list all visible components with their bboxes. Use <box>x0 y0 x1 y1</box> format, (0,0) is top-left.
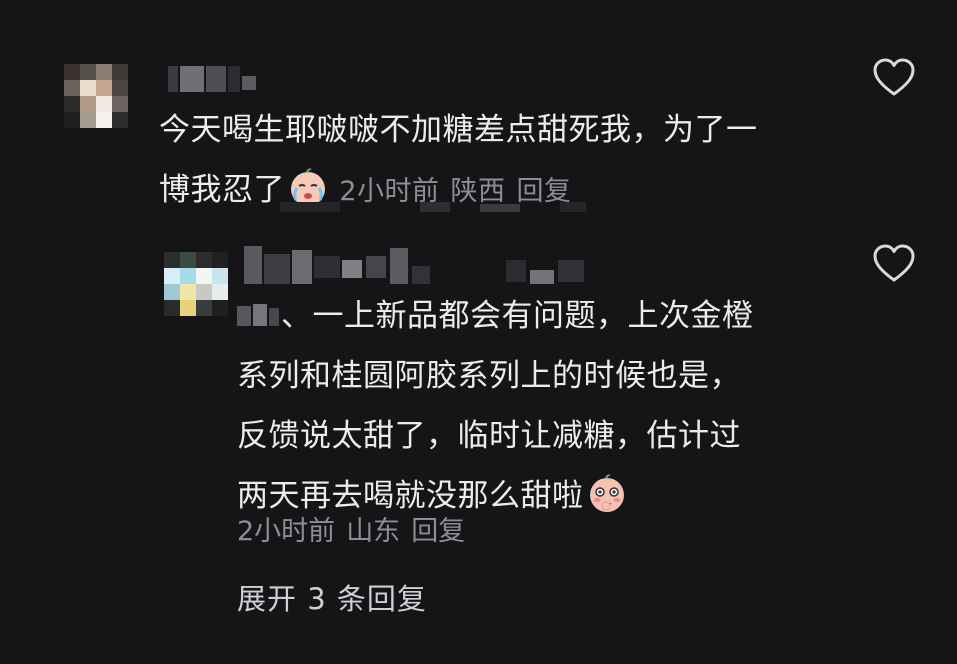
comment-text-line: 反馈说太甜了，临时让减糖，估计过 <box>237 418 741 454</box>
redacted-mosaic <box>280 202 620 214</box>
comment-text-line: 博我忍了 <box>159 172 285 208</box>
location: 山东 <box>346 516 401 547</box>
blushing-face-emoji-icon <box>589 474 624 512</box>
comment-text-line: 今天喝生耶啵啵不加糖差点甜死我，为了一 <box>159 112 758 148</box>
avatar[interactable] <box>164 252 228 316</box>
timestamp: 2小时前 <box>237 516 336 547</box>
like-heart-icon[interactable] <box>872 244 916 284</box>
like-heart-icon[interactable] <box>872 58 916 98</box>
expand-replies-button[interactable]: 展开 3 条回复 <box>237 576 427 618</box>
redacted-mosaic <box>237 300 281 330</box>
username-redacted[interactable] <box>168 66 268 92</box>
comment-text-line-part: 、一上新品都会有问题，上次金橙 <box>281 298 754 334</box>
comment-1: 今天喝生耶啵啵不加糖差点甜死我，为了一 博我忍了 2小时前 陕西 回复 <box>0 0 957 230</box>
comment-meta: 2小时前 山东 回复 <box>237 502 476 562</box>
comment-2: 、一上新品都会有问题，上次金橙 系列和桂圆阿胶系列上的时候也是， 反馈说太甜了，… <box>0 230 957 560</box>
username-redacted[interactable] <box>244 246 604 286</box>
comment-text-line: 系列和桂圆阿胶系列上的时候也是， <box>237 358 741 394</box>
reply-button[interactable]: 回复 <box>411 516 465 547</box>
avatar[interactable] <box>64 64 128 128</box>
comment-text-line: 、一上新品都会有问题，上次金橙 <box>237 286 857 346</box>
comment-text: 、一上新品都会有问题，上次金橙 系列和桂圆阿胶系列上的时候也是， 反馈说太甜了，… <box>237 286 857 526</box>
